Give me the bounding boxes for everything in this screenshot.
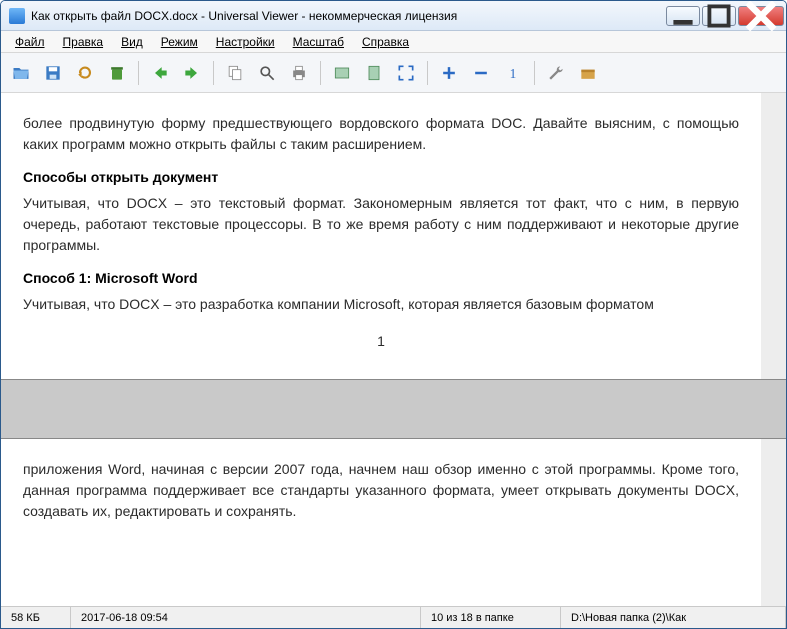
page-number: 1: [23, 333, 739, 349]
titlebar[interactable]: Как открыть файл DOCX.docx - Universal V…: [1, 1, 786, 31]
maximize-button[interactable]: [702, 6, 736, 26]
content-area: более продвинутую форму предшествующего …: [1, 93, 786, 606]
plus-icon: [439, 63, 459, 83]
document-viewport[interactable]: более продвинутую форму предшествующего …: [1, 93, 786, 606]
wrench-icon: [546, 63, 566, 83]
print-icon: [289, 63, 309, 83]
minimize-icon: [667, 0, 699, 32]
app-icon: [9, 8, 25, 24]
doc-heading: Способ 1: Microsoft Word: [23, 270, 739, 286]
back-button[interactable]: [146, 59, 174, 87]
toolbar-separator: [427, 61, 428, 85]
menu-file-label: Файл: [15, 35, 45, 49]
zoom-out-button[interactable]: [467, 59, 495, 87]
save-icon: [43, 63, 63, 83]
fit-page-icon: [364, 63, 384, 83]
doc-heading: Способы открыть документ: [23, 169, 739, 185]
toolbar-separator: [213, 61, 214, 85]
document-page-2: приложения Word, начиная с версии 2007 г…: [1, 439, 761, 606]
menu-mode-label: Режим: [161, 35, 198, 49]
app-window: Как открыть файл DOCX.docx - Universal V…: [0, 0, 787, 629]
menu-help-label: Справка: [362, 35, 409, 49]
fullscreen-button[interactable]: [392, 59, 420, 87]
minus-icon: [471, 63, 491, 83]
toolbar: 1: [1, 53, 786, 93]
close-button[interactable]: [738, 6, 784, 26]
fit-page-button[interactable]: [360, 59, 388, 87]
reload-button[interactable]: [71, 59, 99, 87]
delete-button[interactable]: [103, 59, 131, 87]
status-size: 58 КБ: [1, 607, 71, 628]
forward-button[interactable]: [178, 59, 206, 87]
menu-options[interactable]: Настройки: [208, 33, 283, 51]
find-button[interactable]: [253, 59, 281, 87]
settings-button[interactable]: [542, 59, 570, 87]
status-position: 10 из 18 в папке: [421, 607, 561, 628]
open-button[interactable]: [7, 59, 35, 87]
toolbar-separator: [138, 61, 139, 85]
save-button[interactable]: [39, 59, 67, 87]
one-icon: 1: [503, 63, 523, 83]
doc-paragraph: более продвинутую форму предшествующего …: [23, 113, 739, 155]
menu-edit-label: Правка: [63, 35, 104, 49]
window-title: Как открыть файл DOCX.docx - Universal V…: [31, 9, 664, 23]
menu-zoom-label: Масштаб: [293, 35, 344, 49]
fit-width-icon: [332, 63, 352, 83]
window-controls: [664, 6, 784, 26]
menu-file[interactable]: Файл: [7, 33, 53, 51]
maximize-icon: [703, 0, 735, 32]
reload-icon: [75, 63, 95, 83]
zoom-reset-button[interactable]: 1: [499, 59, 527, 87]
plugins-button[interactable]: [574, 59, 602, 87]
menu-view-label: Вид: [121, 35, 143, 49]
menu-zoom[interactable]: Масштаб: [285, 33, 352, 51]
document-page-1: более продвинутую форму предшествующего …: [1, 93, 761, 379]
page-gap: [1, 379, 786, 439]
open-icon: [11, 63, 31, 83]
minimize-button[interactable]: [666, 6, 700, 26]
menu-edit[interactable]: Правка: [55, 33, 112, 51]
doc-paragraph: приложения Word, начиная с версии 2007 г…: [23, 459, 739, 522]
toolbar-separator: [534, 61, 535, 85]
copy-icon: [225, 63, 245, 83]
doc-paragraph: Учитывая, что DOCX – это текстовый форма…: [23, 193, 739, 256]
status-date: 2017-06-18 09:54: [71, 607, 421, 628]
menu-mode[interactable]: Режим: [153, 33, 206, 51]
status-path: D:\Новая папка (2)\Как: [561, 607, 786, 628]
statusbar: 58 КБ 2017-06-18 09:54 10 из 18 в папке …: [1, 606, 786, 628]
search-icon: [257, 63, 277, 83]
menu-help[interactable]: Справка: [354, 33, 417, 51]
print-button[interactable]: [285, 59, 313, 87]
menubar: Файл Правка Вид Режим Настройки Масштаб …: [1, 31, 786, 53]
package-icon: [578, 63, 598, 83]
delete-icon: [107, 63, 127, 83]
zoom-in-button[interactable]: [435, 59, 463, 87]
back-arrow-icon: [150, 63, 170, 83]
copy-button[interactable]: [221, 59, 249, 87]
doc-paragraph: Учитывая, что DOCX – это разработка комп…: [23, 294, 739, 315]
svg-text:1: 1: [510, 66, 517, 81]
menu-options-label: Настройки: [216, 35, 275, 49]
toolbar-separator: [320, 61, 321, 85]
menu-view[interactable]: Вид: [113, 33, 151, 51]
fullscreen-icon: [396, 63, 416, 83]
fit-width-button[interactable]: [328, 59, 356, 87]
forward-arrow-icon: [182, 63, 202, 83]
